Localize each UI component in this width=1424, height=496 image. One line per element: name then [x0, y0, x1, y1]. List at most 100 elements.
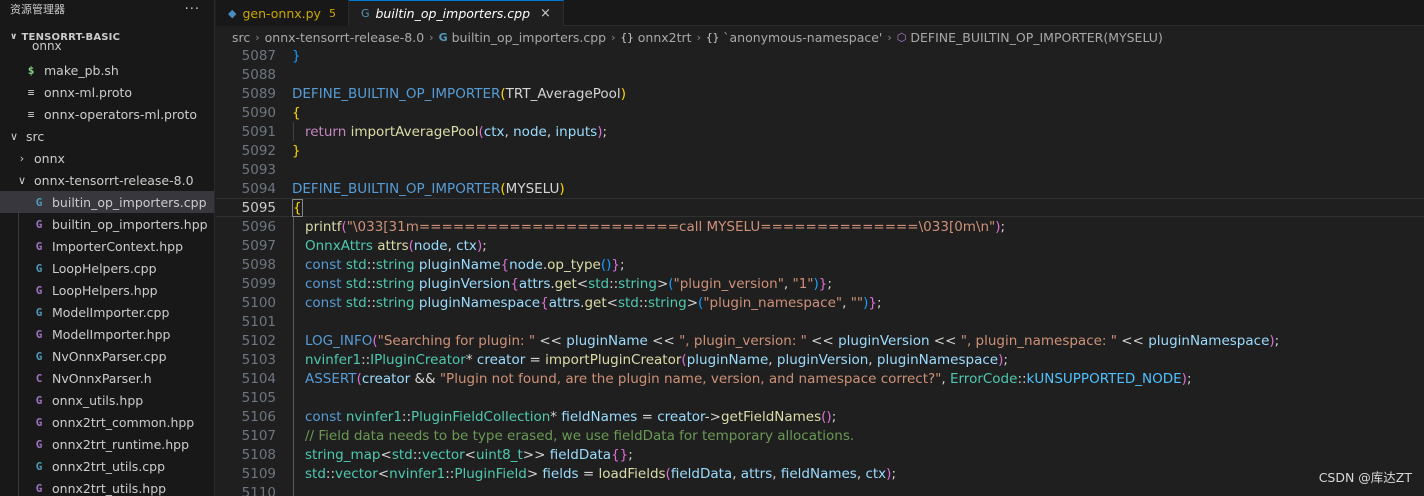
code-line[interactable]: 5105 [216, 388, 1424, 407]
breadcrumb-item[interactable]: DEFINE_BUILTIN_OP_IMPORTER(MYSELU) [910, 30, 1162, 45]
code-token: :: [361, 351, 371, 368]
tree-file[interactable]: C NvOnnxParser.h [0, 367, 214, 389]
tree-file[interactable]: Gbuiltin_op_importers.cpp [0, 191, 214, 213]
code-token: ; [827, 275, 832, 292]
code-line[interactable]: 5110 [216, 483, 1424, 496]
tab-builtin-op-importers[interactable]: Gbuiltin_op_importers.cpp × [348, 0, 564, 26]
close-icon[interactable]: × [540, 6, 551, 21]
code-line[interactable]: 5088 [216, 65, 1424, 84]
code-line[interactable]: 5106 const nvinfer1::PluginFieldCollectio… [216, 407, 1424, 426]
breadcrumb-item[interactable]: onnx-tensorrt-release-8.0 [265, 30, 425, 45]
breadcrumb-item[interactable]: src [232, 30, 250, 45]
code-token: "Plugin not found, are the plugin name, … [439, 370, 942, 387]
code-line[interactable]: 5094 DEFINE_BUILTIN_OP_IMPORTER(MYSELU) [216, 179, 1424, 198]
code-token: ; [877, 294, 882, 311]
code-token: < [576, 275, 589, 292]
line-number: 5100 [241, 294, 276, 311]
breadcrumb-item[interactable]: `anonymous-namespace' [723, 30, 882, 45]
code-token: std [345, 275, 367, 292]
code-token: std [345, 256, 367, 273]
breadcrumb-item[interactable]: onnx2trt [638, 30, 692, 45]
tree-file[interactable]: G NvOnnxParser.cpp [0, 345, 214, 367]
tree-file[interactable]: ≡ onnx-ml.proto [0, 81, 214, 103]
tree-file[interactable]: Gonnx2trt_utils.cpp [0, 455, 214, 477]
code-token: , [768, 351, 777, 368]
indent-guide [293, 122, 294, 141]
code-token: * [465, 351, 477, 368]
explorer-sidebar: 资源管理器 ··· ∨ TENSORRT-BASIC onnx $ make_pb… [0, 0, 215, 496]
breadcrumb-item[interactable]: builtin_op_importers.cpp [452, 30, 607, 45]
tree-item-partial[interactable]: onnx [8, 41, 62, 51]
code-line[interactable]: 5102 LOG_INFO("Searching for plugin: " <<… [216, 331, 1424, 350]
code-token: () [600, 256, 612, 273]
code-line[interactable]: 5100 const std::string pluginNamespace{at… [216, 293, 1424, 312]
code-token: ; [1000, 218, 1006, 235]
line-number: 5088 [241, 66, 276, 83]
indent-guide [18, 235, 19, 257]
code-line[interactable]: 5095 { [216, 198, 1424, 217]
indent-guide [18, 257, 19, 279]
lines-icon: ≡ [27, 107, 35, 121]
tree-file[interactable]: Gonnx_utils.hpp [0, 389, 214, 411]
tree-folder[interactable]: ∨ src [0, 125, 214, 147]
code-line[interactable]: 5093 [216, 160, 1424, 179]
code-token: :: [401, 408, 412, 425]
line-number: 5104 [241, 370, 276, 387]
tree-file[interactable]: G ModelImporter.cpp [0, 301, 214, 323]
code-token: pluginNamespace [1148, 332, 1270, 349]
hpp-file-icon: G [35, 327, 43, 341]
hpp-file-icon: G [35, 437, 43, 451]
tree-file[interactable]: Gonnx2trt_runtime.hpp [0, 433, 214, 455]
code-line[interactable]: 5096 printf("\033[31m====================… [216, 217, 1424, 236]
code-text: OnnxAttrs attrs(node, ctx); [305, 238, 487, 254]
code-editor[interactable]: 5087} 5088 5089 DEFINE_BUILTIN_OP_IMPORTER(… [216, 47, 1424, 496]
tab-gen-onnx[interactable]: ◆ gen-onnx.py 5 [216, 0, 349, 26]
tree-file[interactable]: G LoopHelpers.cpp [0, 257, 214, 279]
cpp-file-icon: G [35, 305, 43, 319]
code-line[interactable]: 5090 { [216, 103, 1424, 122]
tree-folder[interactable]: ∨ onnx-tensorrt-release-8.0 [0, 169, 214, 191]
code-token: const [305, 408, 346, 425]
code-token: { [292, 198, 303, 217]
code-line[interactable]: 5107 // Field data needs to be type erase… [216, 426, 1424, 445]
indent-guide [18, 301, 19, 323]
code-token: ErrorCode [949, 370, 1018, 387]
code-line[interactable]: 5098 const std::string pluginName{node.op… [216, 255, 1424, 274]
tree-file[interactable]: ≡ onnx-operators-ml.proto [0, 103, 214, 125]
line-number: 5087 [241, 47, 276, 64]
code-line[interactable]: 5092} [216, 141, 1424, 160]
tree-file[interactable]: G LoopHelpers.hpp [0, 279, 214, 301]
code-token: ; [1274, 332, 1280, 349]
code-line[interactable]: 5099 const std::string pluginVersion{attr… [216, 274, 1424, 293]
tree-folder[interactable]: › onnx [0, 147, 214, 169]
indent-guide [18, 455, 19, 477]
code-token: :: [609, 275, 619, 292]
tree-file[interactable]: G ModelImporter.hpp [0, 323, 214, 345]
code-line[interactable]: 5097 OnnxAttrs attrs(node, ctx); [216, 236, 1424, 255]
code-line[interactable]: 5109 std::vector<nvinfer1::PluginField> f… [216, 464, 1424, 483]
tree-item-label: ImporterContext.hpp [52, 238, 184, 254]
code-line[interactable]: 5087} [216, 47, 1424, 65]
cpp-file-icon: G [35, 195, 43, 209]
tree-file[interactable]: G ImporterContext.hpp [0, 235, 214, 257]
tree-item-label: onnx-tensorrt-release-8.0 [34, 172, 194, 188]
code-line[interactable]: 5089 DEFINE_BUILTIN_OP_IMPORTER(TRT_Avera… [216, 84, 1424, 103]
chevron-down-icon: ∨ [17, 173, 27, 187]
code-line[interactable]: 5103 nvinfer1::IPluginCreator* creator = … [216, 350, 1424, 369]
cpp-file-icon: G [35, 261, 43, 275]
code-line[interactable]: 5104 ASSERT(creator && "Plugin not found,… [216, 369, 1424, 388]
tree-file[interactable]: Gonnx2trt_common.hpp [0, 411, 214, 433]
tree-file[interactable]: $ make_pb.sh [0, 59, 214, 81]
tree-file[interactable]: Gbuiltin_op_importers.hpp [0, 213, 214, 235]
code-line[interactable]: 5091 return importAveragePool(ctx, node, … [216, 122, 1424, 141]
code-token: "Searching for plugin: " [377, 332, 536, 349]
code-token: << [929, 332, 961, 349]
more-actions-icon[interactable]: ··· [185, 2, 200, 17]
tree-file[interactable]: Gonnx2trt_utils.hpp [0, 477, 214, 496]
code-token: TRT_AveragePool [505, 85, 621, 102]
tree-item-label: builtin_op_importers.cpp [52, 194, 207, 210]
cpp-file-icon: G [35, 459, 43, 473]
code-token: string [375, 256, 419, 273]
code-line[interactable]: 5101 [216, 312, 1424, 331]
code-line[interactable]: 5108 string_map<std::vector<uint8_t>> fie… [216, 445, 1424, 464]
